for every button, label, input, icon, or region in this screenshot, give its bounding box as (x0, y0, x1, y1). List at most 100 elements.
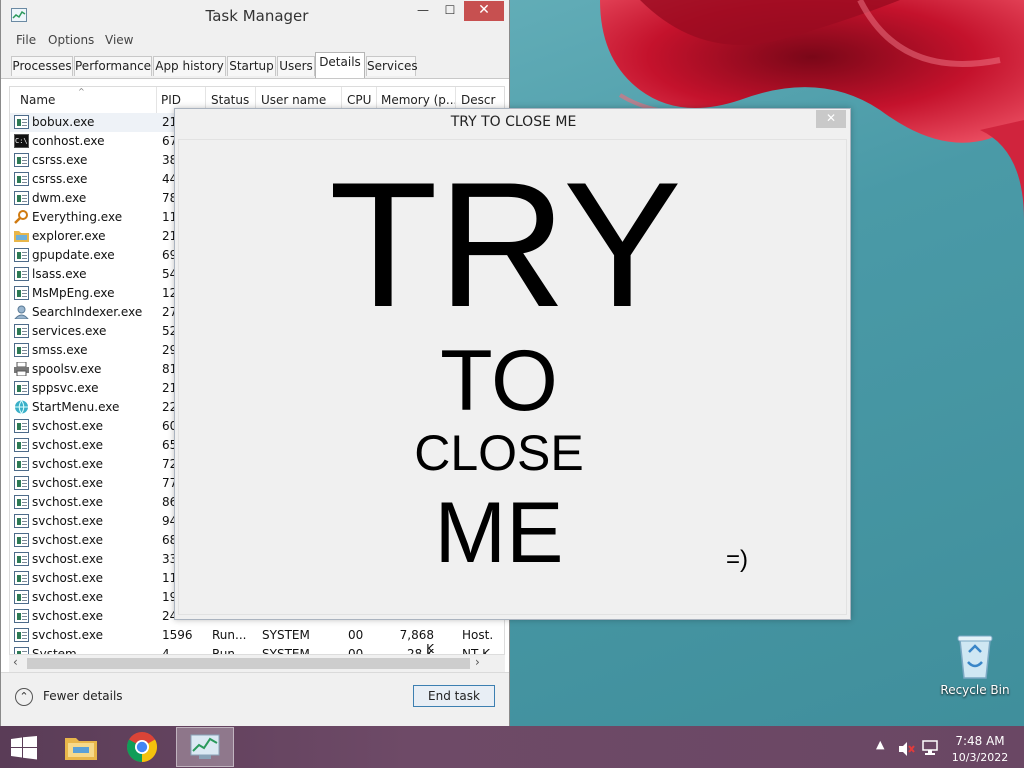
process-icon (14, 571, 29, 585)
scroll-left-icon[interactable]: ‹ (13, 655, 18, 669)
tab-performance[interactable]: Performance (74, 56, 152, 76)
process-icon (14, 552, 29, 566)
prank-window-title: TRY TO CLOSE ME (450, 114, 577, 130)
process-name: SearchIndexer.exe (32, 305, 143, 319)
tab-services[interactable]: Services (366, 56, 418, 76)
process-name: svchost.exe (32, 590, 103, 604)
recycle-bin-shortcut[interactable]: Recycle Bin (940, 630, 1010, 700)
process-name: gpupdate.exe (32, 248, 115, 262)
tab-startup[interactable]: Startup (227, 56, 276, 76)
task-manager-footer: ⌃ Fewer details End task (1, 672, 509, 727)
start-button[interactable] (0, 727, 48, 767)
process-name: svchost.exe (32, 571, 103, 585)
column-separator (156, 87, 157, 113)
process-icon (14, 381, 29, 395)
clock-time[interactable]: 7:48 AM (950, 734, 1010, 748)
process-icon (14, 628, 29, 642)
clock-date[interactable]: 10/3/2022 (950, 751, 1010, 764)
column-cpu[interactable]: CPU (347, 93, 371, 107)
recycle-bin-icon (957, 635, 993, 679)
end-task-button[interactable]: End task (413, 685, 495, 707)
process-name: spoolsv.exe (32, 362, 102, 376)
speaker-muted-icon[interactable] (898, 741, 916, 757)
process-icon (14, 438, 29, 452)
menu-file[interactable]: File (16, 33, 36, 47)
tab-app-history[interactable]: App history (153, 56, 226, 76)
menu-options[interactable]: Options (48, 33, 94, 47)
process-name: svchost.exe (32, 552, 103, 566)
process-name: dwm.exe (32, 191, 87, 205)
process-icon (14, 343, 29, 357)
process-name: services.exe (32, 324, 107, 338)
process-name: svchost.exe (32, 457, 103, 471)
scroll-right-icon[interactable]: › (475, 655, 480, 669)
process-icon (14, 153, 29, 167)
process-description: Host. (462, 628, 494, 642)
console-icon: C:\ (14, 134, 29, 148)
windows-logo-icon (11, 736, 37, 760)
task-manager-titlebar[interactable]: Task Manager — ☐ ✕ (1, 0, 509, 30)
column-name[interactable]: Name (20, 93, 55, 107)
close-icon: ✕ (825, 111, 837, 125)
process-user: SYSTEM (262, 628, 310, 642)
column-pid[interactable]: PID (161, 93, 181, 107)
process-name: csrss.exe (32, 172, 88, 186)
process-icon (14, 115, 29, 129)
sort-ascending-icon: ^ (78, 87, 85, 96)
process-name: sppsvc.exe (32, 381, 99, 395)
maximize-icon: ☐ (444, 3, 456, 17)
big-word-me: ME (434, 485, 564, 581)
process-icon (14, 533, 29, 547)
close-button[interactable]: ✕ (464, 1, 504, 21)
taskbar-chrome[interactable] (118, 727, 166, 767)
process-name: svchost.exe (32, 438, 103, 452)
process-pid: 1596 (162, 628, 193, 642)
tab-details[interactable]: Details (315, 52, 365, 78)
fewer-details-link[interactable]: Fewer details (43, 689, 123, 703)
scrollbar-thumb[interactable] (27, 658, 470, 669)
tab-users[interactable]: Users (277, 56, 315, 76)
user-icon (13, 305, 30, 320)
column-description[interactable]: Descr (461, 93, 495, 107)
process-icon (14, 495, 29, 509)
process-name: Everything.exe (32, 210, 123, 224)
taskbar-file-explorer[interactable] (58, 727, 104, 767)
minimize-button[interactable]: — (410, 1, 436, 21)
column-memory[interactable]: Memory (p... (381, 93, 457, 107)
process-name: svchost.exe (32, 514, 103, 528)
smiley-text: =) (725, 546, 748, 573)
tab-bar: Processes Performance App history Startu… (1, 52, 509, 79)
process-icon (14, 476, 29, 490)
process-name: bobux.exe (32, 115, 95, 129)
printer-icon (14, 361, 29, 377)
menu-bar: File Options View (1, 30, 509, 52)
horizontal-scrollbar[interactable]: ‹ › (9, 654, 505, 672)
maximize-button[interactable]: ☐ (437, 1, 463, 21)
table-row[interactable]: svchost.exe 1596 Run... SYSTEM 00 7,868 K Host… (10, 626, 504, 656)
process-name: conhost.exe (32, 134, 105, 148)
chevron-up-icon[interactable]: ⌃ (15, 688, 33, 706)
process-icon (14, 457, 29, 471)
process-name: MsMpEng.exe (32, 286, 115, 300)
column-status[interactable]: Status (211, 93, 249, 107)
process-icon (14, 286, 29, 300)
process-name: svchost.exe (32, 628, 103, 642)
network-icon[interactable] (922, 740, 938, 756)
process-name: StartMenu.exe (32, 400, 120, 414)
process-name: svchost.exe (32, 419, 103, 433)
process-name: svchost.exe (32, 495, 103, 509)
taskbar-task-manager[interactable] (176, 727, 234, 767)
minimize-icon: — (417, 3, 429, 17)
recycle-bin-label: Recycle Bin (940, 683, 1010, 697)
task-manager-icon (190, 734, 220, 759)
tab-processes[interactable]: Processes (11, 56, 73, 76)
column-user-name[interactable]: User name (261, 93, 326, 107)
prank-close-button[interactable]: ✕ (816, 110, 846, 128)
prank-client-area: TRY TO CLOSE ME =) (178, 139, 847, 615)
process-name: lsass.exe (32, 267, 87, 281)
menu-view[interactable]: View (105, 33, 133, 47)
process-icon (14, 324, 29, 338)
taskbar: ▲ 7:48 AM 10/3/2022 (0, 726, 1024, 768)
prank-window[interactable]: TRY TO CLOSE ME ✕ TRY TO CLOSE ME =) (174, 108, 851, 620)
show-hidden-icons-icon[interactable]: ▲ (876, 738, 884, 751)
